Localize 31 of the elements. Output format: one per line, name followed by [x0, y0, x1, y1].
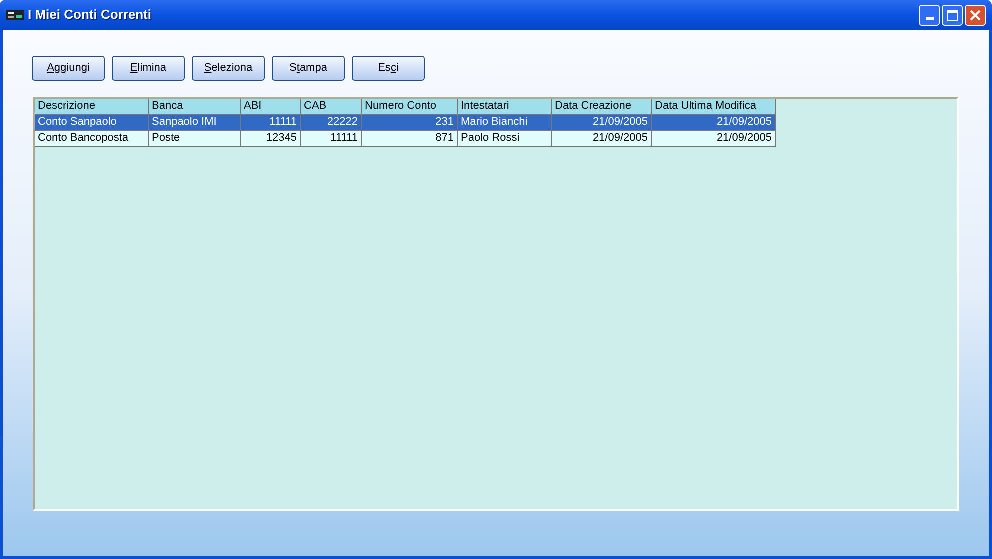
close-button[interactable]	[965, 4, 986, 26]
close-icon	[970, 10, 981, 20]
toolbar-button[interactable]: Elimina	[112, 56, 185, 81]
column-header[interactable]: Descrizione	[35, 99, 149, 115]
toolbar-button[interactable]: Esci	[352, 56, 425, 81]
table-cell: 21/09/2005	[652, 131, 776, 147]
table-cell: 871	[362, 131, 458, 147]
table-cell: Paolo Rossi	[458, 131, 552, 147]
column-header[interactable]: CAB	[301, 99, 362, 115]
toolbar-button[interactable]: Stampa	[272, 56, 345, 81]
table-cell: Conto Bancoposta	[35, 131, 149, 147]
column-header[interactable]: Intestatari	[458, 99, 552, 115]
column-header[interactable]: Numero Conto	[362, 99, 458, 115]
column-header[interactable]: Data Creazione	[552, 99, 652, 115]
table-cell: 12345	[241, 131, 301, 147]
toolbar-button[interactable]: Aggiungi	[32, 56, 105, 81]
column-header[interactable]: ABI	[241, 99, 301, 115]
table-row[interactable]: Conto Bancoposta Poste 12345 11111 871 Paolo Rossi 21/09/2005 21/09/2005	[35, 131, 776, 147]
table-cell: 11111	[301, 131, 362, 147]
table-row[interactable]: Conto Sanpaolo Sanpaolo IMI 11111 22222 231 Mario Bianchi 21/09/2005 21/09/2005	[35, 115, 776, 131]
maximize-icon	[947, 10, 958, 20]
column-header[interactable]: Banca	[149, 99, 241, 115]
toolbar-button[interactable]: Seleziona	[192, 56, 265, 81]
table-cell: 21/09/2005	[552, 131, 652, 147]
maximize-button[interactable]	[942, 4, 963, 26]
app-icon	[6, 10, 24, 20]
window-title: I Miei Conti Correnti	[28, 6, 152, 24]
minimize-icon	[926, 16, 934, 20]
minimize-button[interactable]	[919, 4, 940, 26]
column-header[interactable]: Data Ultima Modifica	[652, 99, 776, 115]
table-cell: Poste	[149, 131, 241, 147]
